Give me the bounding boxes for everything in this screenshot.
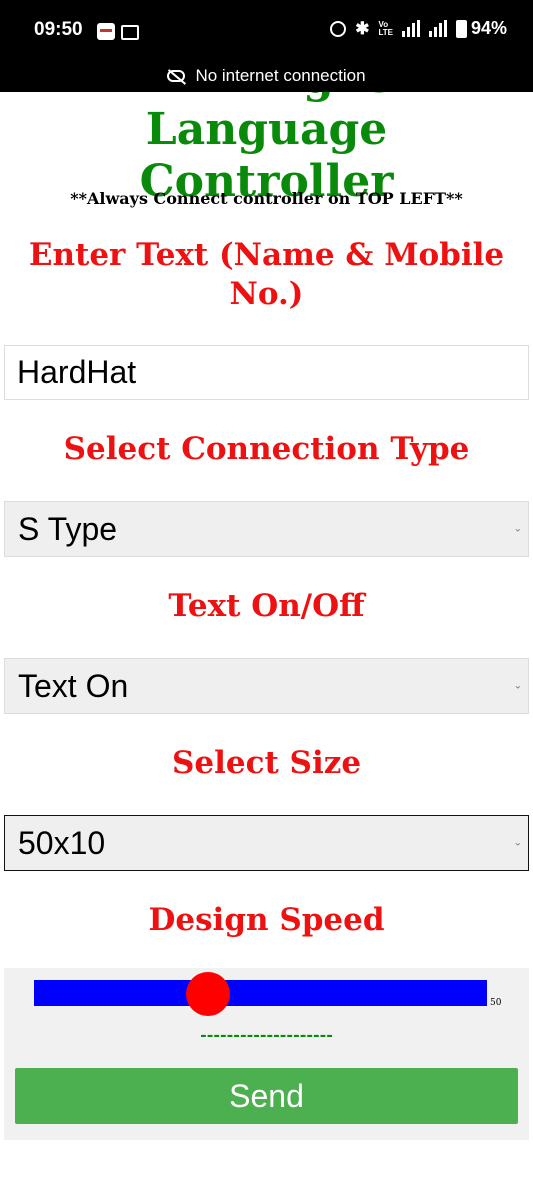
enter-text-heading: Enter Text (Name & Mobile No.) bbox=[28, 237, 505, 312]
cloud-off-icon bbox=[167, 70, 186, 82]
page-content: WiFi English Language Controller **Alway… bbox=[0, 92, 533, 1191]
chevron-down-icon: ⌄ bbox=[513, 837, 522, 849]
battery-indicator: 94% bbox=[455, 18, 507, 39]
speed-slider-value: 50 bbox=[490, 998, 502, 1008]
signal-icon-sim1 bbox=[401, 20, 420, 37]
text-on-off-value: Text On bbox=[18, 667, 129, 704]
status-time: 09:50 bbox=[34, 19, 83, 40]
connection-type-value: S Type bbox=[18, 510, 118, 547]
select-size-heading: Select Size bbox=[171, 745, 362, 781]
speed-slider-thumb[interactable] bbox=[186, 972, 231, 1016]
design-speed-heading: Design Speed bbox=[148, 902, 385, 938]
gmail-icon bbox=[121, 25, 139, 40]
speed-panel: 50 -------------------- Send bbox=[4, 968, 529, 1140]
battery-percent: 94% bbox=[470, 18, 507, 38]
volte-icon: Vo LTE bbox=[378, 19, 393, 37]
alarm-icon bbox=[330, 20, 347, 37]
chevron-down-icon: ⌄ bbox=[513, 523, 522, 535]
text-on-off-heading: Text On/Off bbox=[168, 588, 365, 624]
news-app-icon bbox=[97, 23, 115, 40]
chevron-down-icon: ⌄ bbox=[513, 680, 522, 692]
connection-notice: **Always Connect controller on TOP LEFT*… bbox=[70, 189, 463, 208]
battery-icon bbox=[455, 19, 467, 38]
size-select[interactable]: 50x10 ⌄ bbox=[4, 815, 529, 871]
signal-icon-sim2 bbox=[428, 20, 447, 37]
speed-status-text: -------------------- bbox=[200, 1025, 333, 1044]
send-button[interactable]: Send bbox=[15, 1068, 518, 1124]
status-bar: 09:50 ✱ Vo LTE 94% No internet connection bbox=[0, 0, 533, 92]
bluetooth-icon: ✱ bbox=[355, 19, 370, 38]
status-indicators: ✱ Vo LTE 94% bbox=[330, 18, 507, 39]
name-mobile-input[interactable] bbox=[4, 345, 529, 400]
connection-type-heading: Select Connection Type bbox=[63, 431, 470, 467]
network-notice: No internet connection bbox=[0, 62, 533, 90]
page-title-top: WiFi English Language bbox=[109, 92, 424, 155]
network-notice-text: No internet connection bbox=[195, 66, 366, 85]
text-on-off-select[interactable]: Text On ⌄ bbox=[4, 658, 529, 714]
speed-slider-track[interactable] bbox=[34, 980, 487, 1006]
connection-type-select[interactable]: S Type ⌄ bbox=[4, 501, 529, 557]
size-value: 50x10 bbox=[18, 824, 106, 861]
